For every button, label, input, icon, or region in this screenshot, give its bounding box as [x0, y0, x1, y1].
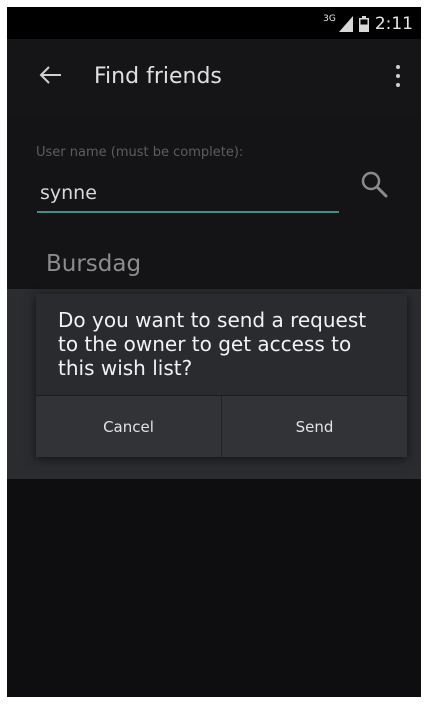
wishlist-item[interactable]: Bursdag — [46, 251, 141, 277]
arrow-left-icon[interactable] — [37, 61, 65, 89]
input-underline — [37, 211, 339, 213]
battery-icon — [358, 16, 369, 32]
cancel-button[interactable]: Cancel — [36, 396, 221, 457]
status-icons: 3G 2:11 — [323, 14, 413, 34]
status-bar: 3G 2:11 — [7, 7, 421, 39]
dialog-message: Do you want to send a request to the own… — [58, 308, 367, 380]
username-field-label: User name (must be complete): — [36, 145, 244, 160]
action-bar: Find friends — [7, 39, 421, 117]
signal-icon — [338, 16, 353, 32]
search-icon[interactable] — [359, 169, 389, 199]
username-input[interactable] — [40, 159, 340, 213]
more-vert-icon[interactable] — [393, 61, 403, 91]
empty-area — [7, 479, 421, 697]
request-access-dialog: Do you want to send a request to the own… — [36, 294, 407, 457]
dialog-button-bar: Cancel Send — [36, 395, 407, 457]
phone-screen: 3G 2:11 Find friends User name (must be … — [7, 7, 421, 697]
network-type-label: 3G — [323, 14, 336, 24]
page-title: Find friends — [94, 64, 222, 89]
send-button[interactable]: Send — [221, 396, 407, 457]
clock: 2:11 — [374, 14, 413, 34]
